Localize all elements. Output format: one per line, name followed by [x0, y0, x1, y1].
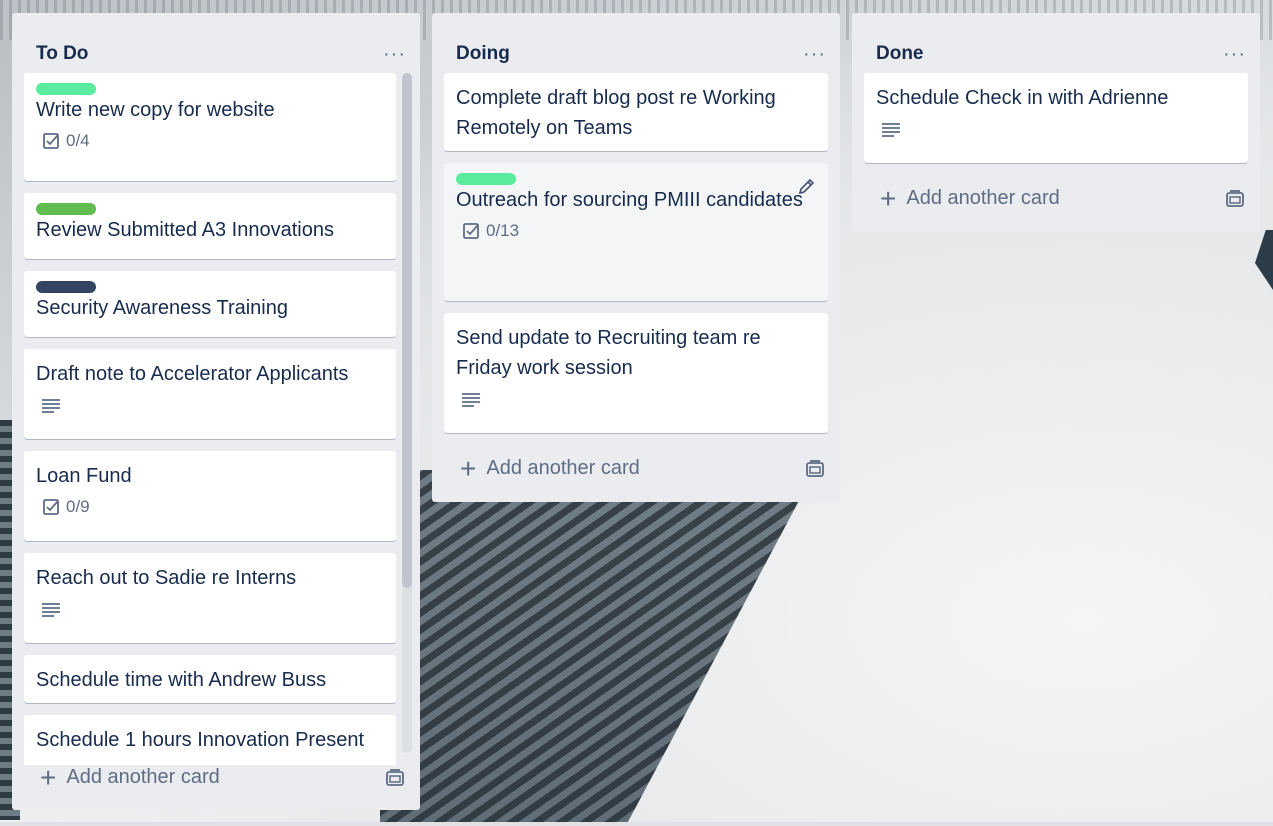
- card-title: Send update to Recruiting team re Friday…: [456, 327, 761, 379]
- card-label[interactable]: [36, 83, 96, 95]
- card[interactable]: Complete draft blog post re Working Remo…: [444, 73, 828, 151]
- list-done: Done ··· Schedule Check in with Adrienne…: [852, 13, 1260, 232]
- card-title: Draft note to Accelerator Applicants: [36, 363, 349, 385]
- add-card-row: + Add another card: [40, 761, 406, 793]
- card[interactable]: Outreach for sourcing PMIII candidates 0…: [444, 163, 828, 301]
- list-header: Doing ···: [456, 43, 826, 65]
- card-title: Outreach for sourcing PMIII candidates: [456, 189, 803, 211]
- plus-icon: +: [880, 182, 897, 214]
- card[interactable]: Schedule 1 hours Innovation Present: [24, 715, 396, 765]
- add-card-label: Add another card: [66, 766, 220, 788]
- description-icon: [42, 603, 60, 617]
- card[interactable]: Write new copy for website 0/4: [24, 73, 396, 181]
- card-title: Write new copy for website: [36, 99, 275, 121]
- list-menu-button[interactable]: ···: [803, 44, 826, 64]
- list-title[interactable]: Doing: [456, 43, 510, 65]
- edit-pencil-icon[interactable]: [796, 177, 816, 197]
- list-cards-container: Write new copy for website 0/4 Review Su…: [12, 13, 432, 765]
- background-building-right: [1255, 230, 1273, 290]
- plus-icon: +: [40, 761, 57, 793]
- card[interactable]: Schedule Check in with Adrienne: [864, 73, 1248, 163]
- card-title: Schedule Check in with Adrienne: [876, 87, 1169, 109]
- checklist-count: 0/4: [66, 131, 90, 150]
- card-title: Security Awareness Training: [36, 297, 288, 319]
- card-title: Complete draft blog post re Working Remo…: [456, 87, 776, 139]
- list-doing: Doing ··· Complete draft blog post re Wo…: [432, 13, 840, 502]
- add-card-row: + Add another card: [880, 182, 1246, 214]
- list-to-do: To Do ··· Write new copy for website 0/4…: [12, 13, 420, 810]
- card[interactable]: Security Awareness Training: [24, 271, 396, 337]
- add-card-button[interactable]: + Add another card: [40, 761, 220, 793]
- card-title: Schedule time with Andrew Buss: [36, 669, 327, 691]
- add-card-button[interactable]: + Add another card: [880, 182, 1060, 214]
- checklist-icon: [43, 499, 59, 515]
- card-title: Schedule 1 hours Innovation Present: [36, 729, 364, 751]
- card-title: Loan Fund: [36, 465, 132, 487]
- scrollbar-thumb[interactable]: [402, 73, 412, 588]
- background-building: [380, 470, 800, 826]
- add-card-label: Add another card: [486, 457, 640, 479]
- card-label[interactable]: [456, 173, 516, 185]
- card[interactable]: Loan Fund 0/9: [24, 451, 396, 541]
- list-header: Done ···: [876, 43, 1246, 65]
- add-card-button[interactable]: + Add another card: [460, 452, 640, 484]
- card[interactable]: Send update to Recruiting team re Friday…: [444, 313, 828, 433]
- card-template-icon[interactable]: [1224, 188, 1246, 210]
- list-scrollbar[interactable]: [402, 73, 412, 753]
- description-icon: [462, 393, 480, 407]
- board-scrollbar[interactable]: [0, 822, 1273, 826]
- add-card-label: Add another card: [906, 187, 1060, 209]
- card[interactable]: Schedule time with Andrew Buss: [24, 655, 396, 703]
- checklist-badge: 0/4: [42, 131, 384, 151]
- card[interactable]: Review Submitted A3 Innovations: [24, 193, 396, 259]
- card-label[interactable]: [36, 203, 96, 215]
- card-template-icon[interactable]: [804, 458, 826, 480]
- checklist-icon: [43, 133, 59, 149]
- checklist-icon: [463, 223, 479, 239]
- checklist-badge: 0/13: [462, 221, 816, 241]
- list-title[interactable]: Done: [876, 43, 924, 65]
- list-menu-button[interactable]: ···: [1223, 44, 1246, 64]
- card-title: Review Submitted A3 Innovations: [36, 219, 334, 241]
- description-icon: [42, 399, 60, 413]
- card-label[interactable]: [36, 281, 96, 293]
- card[interactable]: Draft note to Accelerator Applicants: [24, 349, 396, 439]
- card-template-icon[interactable]: [384, 767, 406, 789]
- description-icon: [882, 123, 900, 137]
- checklist-badge: 0/9: [42, 497, 384, 517]
- checklist-count: 0/13: [486, 221, 520, 240]
- card-title: Reach out to Sadie re Interns: [36, 567, 297, 589]
- card[interactable]: Reach out to Sadie re Interns: [24, 553, 396, 643]
- add-card-row: + Add another card: [460, 452, 826, 484]
- plus-icon: +: [460, 452, 477, 484]
- checklist-count: 0/9: [66, 497, 90, 516]
